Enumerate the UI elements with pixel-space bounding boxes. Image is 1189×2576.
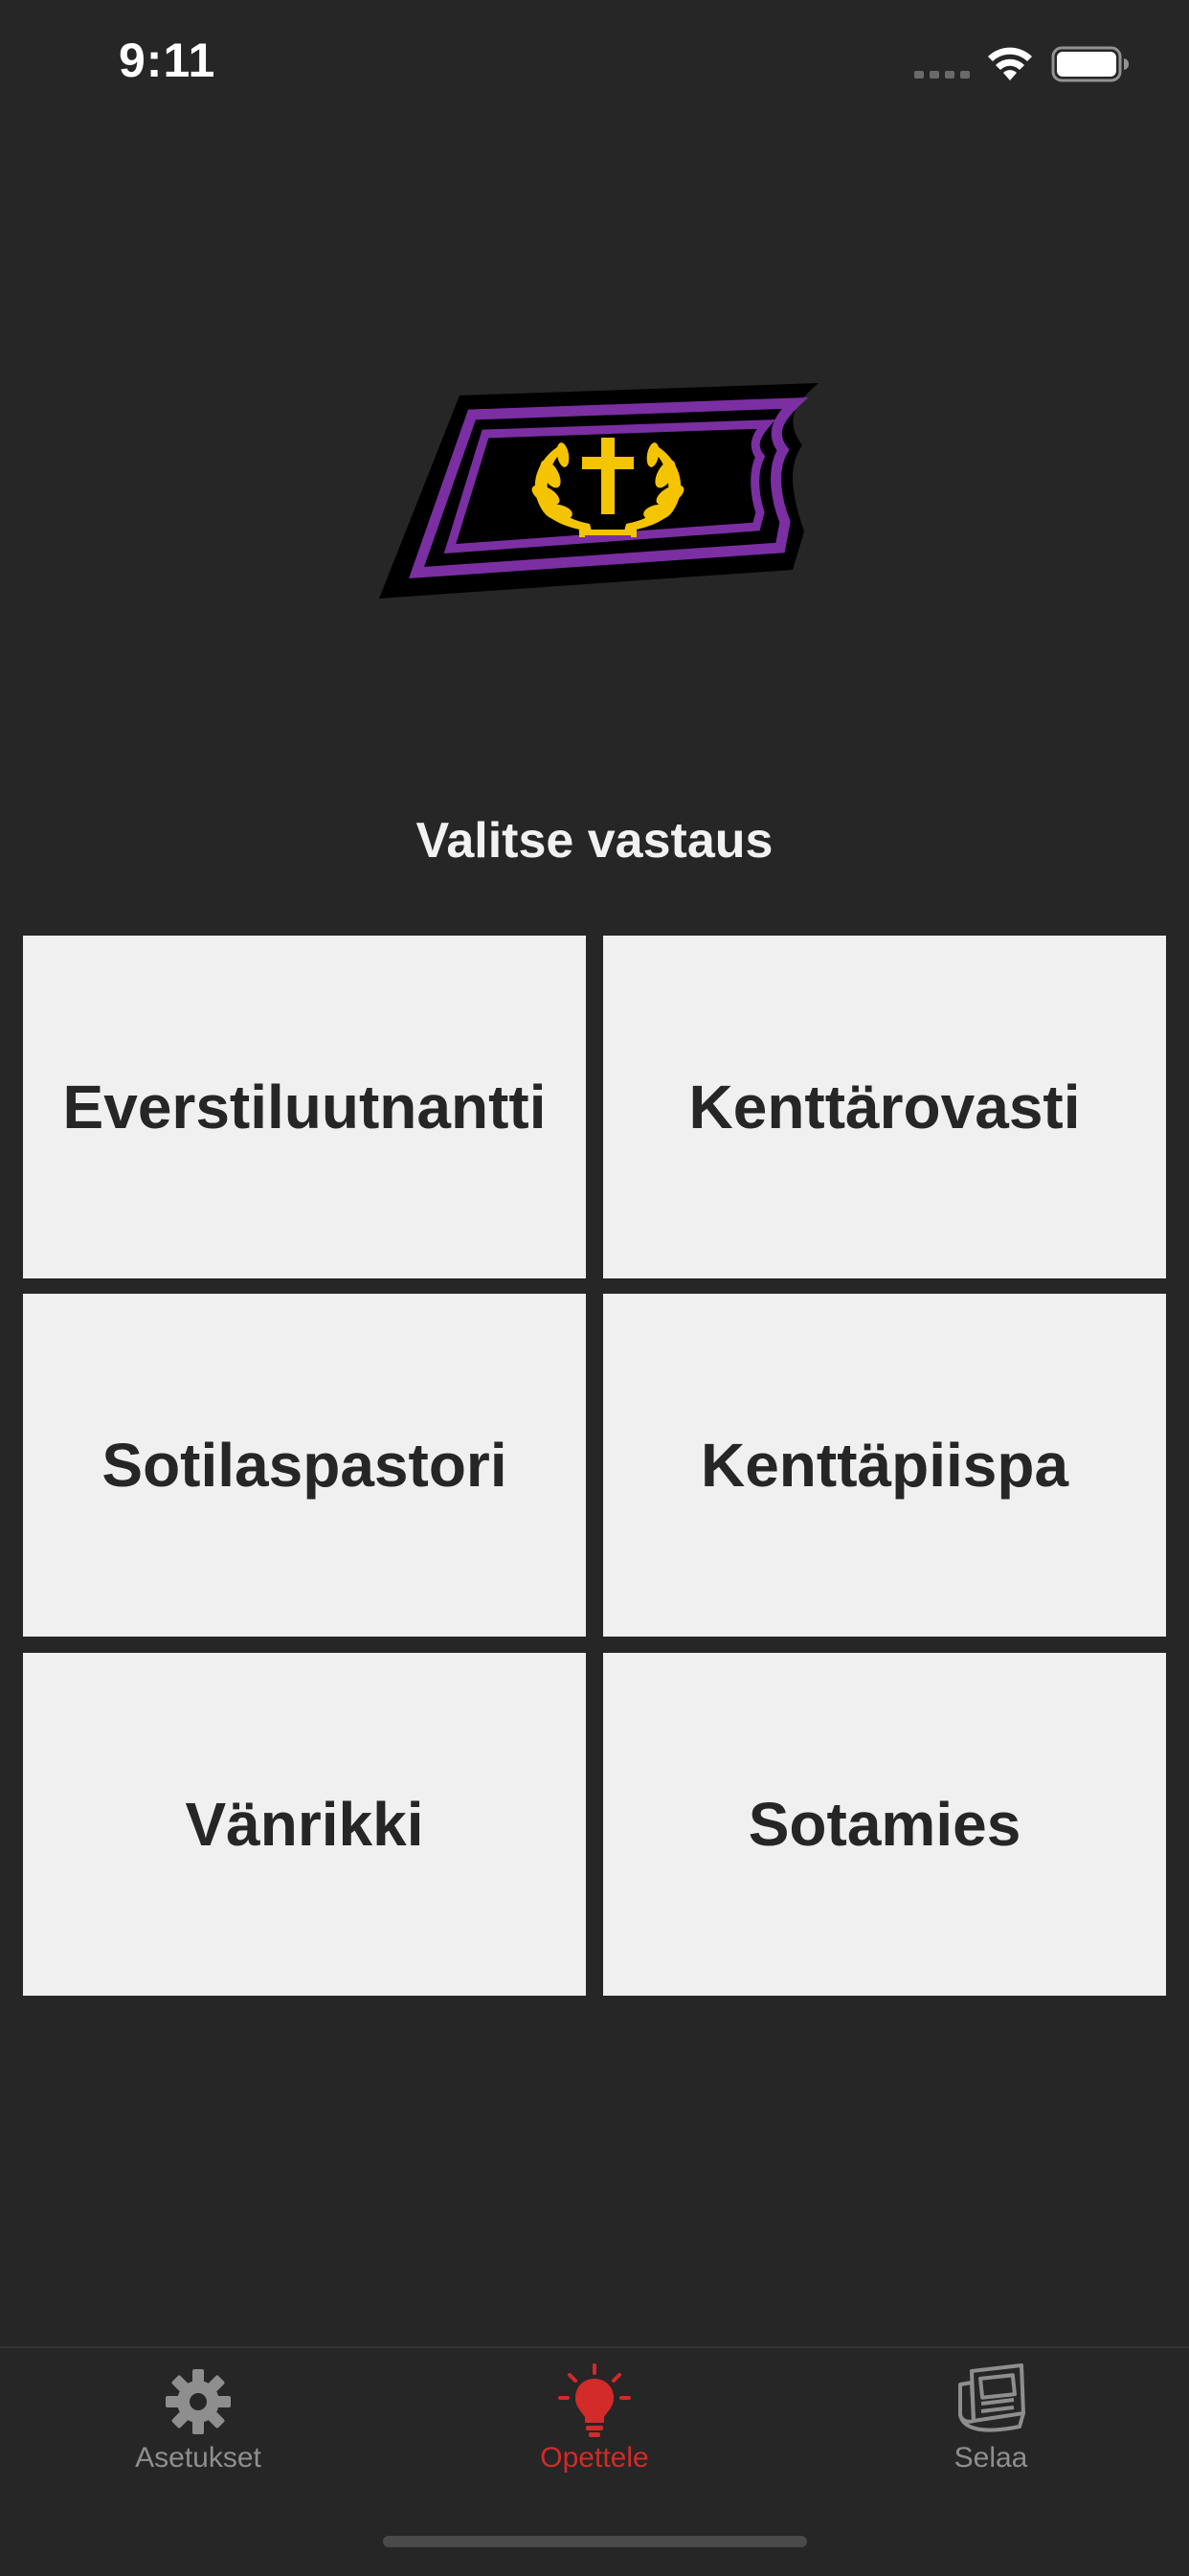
answer-option[interactable]: Sotamies: [603, 1653, 1166, 1996]
chaplain-collar-insignia-icon: [379, 383, 819, 599]
status-time: 9:11: [119, 34, 216, 87]
cellular-signal-icon: [914, 71, 970, 79]
tab-browse[interactable]: Selaa: [847, 2358, 1134, 2492]
home-indicator[interactable]: [383, 2536, 807, 2547]
answer-option[interactable]: Sotilaspastori: [23, 1294, 586, 1637]
lightbulb-icon: [558, 2363, 631, 2437]
tab-label: Opettele: [540, 2442, 649, 2474]
tab-label: Asetukset: [135, 2442, 261, 2474]
battery-icon: [1051, 46, 1129, 82]
tab-label: Selaa: [953, 2442, 1028, 2474]
answer-option[interactable]: Vänrikki: [23, 1653, 586, 1996]
tab-learn[interactable]: Opettele: [451, 2358, 738, 2492]
answer-option[interactable]: Kenttäpiispa: [603, 1294, 1166, 1637]
wifi-icon: [988, 47, 1032, 80]
question-prompt: Valitse vastaus: [415, 813, 774, 869]
gear-icon: [166, 2369, 231, 2434]
status-bar: 9:11: [0, 0, 1189, 126]
tab-settings[interactable]: Asetukset: [55, 2358, 342, 2492]
newspaper-icon: [958, 2363, 1025, 2432]
answer-option[interactable]: Kenttärovasti: [603, 936, 1166, 1278]
answer-option[interactable]: Everstiluutnantti: [23, 936, 586, 1278]
